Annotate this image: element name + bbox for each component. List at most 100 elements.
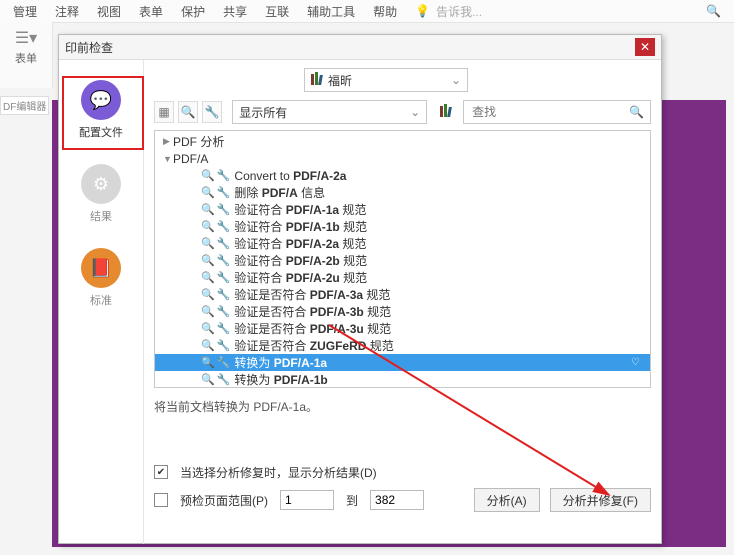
sidebar-item-standard[interactable]: 📕 标准 bbox=[81, 248, 121, 308]
gears-icon: ⚙ bbox=[81, 164, 121, 204]
wrench-icon: 🔧 bbox=[217, 169, 231, 182]
tree-row[interactable]: 🔍🔧转换为 PDF/A-1a♡ bbox=[155, 354, 650, 371]
tree-row[interactable]: ▶PDF 分析 bbox=[155, 133, 650, 150]
ribbon-tab[interactable]: 注释 bbox=[55, 3, 79, 20]
magnifier-icon: 🔍 bbox=[201, 271, 215, 284]
wrench-icon: 🔧 bbox=[217, 186, 231, 199]
tree-row[interactable]: 🔍🔧验证符合 PDF/A-1b 规范 bbox=[155, 218, 650, 235]
sidebar-item-label: 标准 bbox=[90, 292, 112, 308]
magnifier-icon: 🔍 bbox=[201, 186, 215, 199]
analyze-fix-button[interactable]: 分析并修复(F) bbox=[550, 488, 651, 512]
editor-tab[interactable]: DF编辑器 bbox=[0, 96, 49, 115]
magnifier-icon: 🔍 bbox=[201, 203, 215, 216]
chevron-down-icon: ⌄ bbox=[451, 73, 461, 87]
tree-row[interactable]: 🔍🔧验证是否符合 PDF/A-3u 规范 bbox=[155, 320, 650, 337]
options: ✔ 当选择分析修复时，显示分析结果(D) 预检页面范围(P) 到 分析(A) 分… bbox=[154, 461, 651, 511]
dialog-sidebar: 💬 配置文件 ⚙ 结果 📕 标准 bbox=[59, 60, 144, 544]
magnifier-icon: 🔍 bbox=[201, 305, 215, 318]
collapse-arrow-icon[interactable]: ▼ bbox=[163, 154, 173, 164]
check-icon[interactable]: 🔍 bbox=[178, 101, 198, 123]
tree-row[interactable]: 🔍🔧验证是否符合 ZUGFeRD 规范 bbox=[155, 337, 650, 354]
tree-row[interactable]: 🔍🔧验证符合 PDF/A-1a 规范 bbox=[155, 201, 650, 218]
tree-row[interactable]: 🔍🔧验证是否符合 PDF/A-3a 规范 bbox=[155, 286, 650, 303]
sidebar-item-result[interactable]: ⚙ 结果 bbox=[81, 164, 121, 224]
magnifier-icon: 🔍 bbox=[201, 356, 215, 369]
magnifier-icon: 🔍 bbox=[201, 339, 215, 352]
form-label: 表单 bbox=[15, 50, 37, 66]
wrench-icon: 🔧 bbox=[217, 339, 231, 352]
magnifier-icon: 🔍 bbox=[201, 254, 215, 267]
filter-value: 显示所有 bbox=[239, 104, 287, 121]
expand-arrow-icon[interactable]: ▶ bbox=[163, 136, 173, 147]
opt-label: 预检页面范围(P) bbox=[180, 492, 268, 509]
chevron-down-icon: ⌄ bbox=[410, 105, 420, 119]
wrench-icon: 🔧 bbox=[217, 373, 231, 386]
wrench-icon: 🔧 bbox=[217, 271, 231, 284]
search-box[interactable]: 🔍 bbox=[463, 100, 651, 124]
page-to-input[interactable] bbox=[370, 490, 424, 510]
magnifier-icon: 🔍 bbox=[201, 373, 215, 386]
wrench-icon: 🔧 bbox=[217, 356, 231, 369]
search-input[interactable] bbox=[470, 104, 629, 120]
ribbon-tab[interactable]: 辅助工具 bbox=[307, 3, 355, 20]
filter-select[interactable]: 显示所有 ⌄ bbox=[232, 100, 427, 124]
search-icon[interactable]: 🔍 bbox=[706, 4, 721, 18]
ribbon-tab[interactable]: 帮助 bbox=[373, 3, 397, 20]
ribbon-tab[interactable]: 表单 bbox=[139, 3, 163, 20]
tree-row[interactable]: 🔍🔧删除 PDF/A 信息 bbox=[155, 184, 650, 201]
tree-row[interactable]: 🔍🔧验证符合 PDF/A-2b 规范 bbox=[155, 252, 650, 269]
tree-row[interactable]: 🔍🔧转换为 PDF/A-1b bbox=[155, 371, 650, 388]
page-from-input[interactable] bbox=[280, 490, 334, 510]
form-icon[interactable]: ☰▾ bbox=[15, 28, 37, 48]
lightbulb-icon: 💡 bbox=[415, 4, 430, 18]
wrench-icon: 🔧 bbox=[217, 254, 231, 267]
ribbon-tab[interactable]: 互联 bbox=[265, 3, 289, 20]
dialog-titlebar: 印前检查 ✕ bbox=[59, 35, 661, 60]
opt-label: 当选择分析修复时，显示分析结果(D) bbox=[180, 464, 377, 481]
profile-tree[interactable]: ▶PDF 分析▼PDF/A🔍🔧Convert to PDF/A-2a🔍🔧删除 P… bbox=[154, 130, 651, 388]
wrench-icon: 🔧 bbox=[217, 203, 231, 216]
profile-description: 将当前文档转换为 PDF/A-1a。 bbox=[154, 398, 651, 415]
tree-row[interactable]: ▼PDF/A bbox=[155, 150, 650, 167]
chat-bubble-icon: 💬 bbox=[81, 80, 121, 120]
ribbon-group-forms: ☰▾ 表单 bbox=[0, 22, 53, 88]
checkbox-show-results[interactable]: ✔ bbox=[154, 465, 168, 479]
tree-row[interactable]: 🔍🔧验证符合 PDF/A-2u 规范 bbox=[155, 269, 650, 286]
sidebar-item-config[interactable]: 💬 配置文件 bbox=[79, 80, 123, 140]
tree-row[interactable]: 🔍🔧验证是否符合 PDF/A-3b 规范 bbox=[155, 303, 650, 320]
magnifier-icon: 🔍 bbox=[201, 322, 215, 335]
profiles-icon[interactable]: ▦ bbox=[154, 101, 174, 123]
magnifier-icon: 🔍 bbox=[201, 169, 215, 182]
fixups-icon[interactable]: 🔧 bbox=[202, 101, 222, 123]
tree-row[interactable]: 🔍🔧验证符合 PDF/A-2a 规范 bbox=[155, 235, 650, 252]
book-icon: 📕 bbox=[81, 248, 121, 288]
books-icon bbox=[311, 72, 322, 88]
checkbox-page-range[interactable] bbox=[154, 493, 168, 507]
search-icon[interactable]: 🔍 bbox=[629, 105, 644, 119]
dialog-main: 福昕 ⌄ ▦ 🔍 🔧 显示所有 ⌄ 🔍 ▶PDF 分析▼PD bbox=[144, 60, 661, 544]
library-select[interactable]: 福昕 ⌄ bbox=[304, 68, 468, 92]
magnifier-icon: 🔍 bbox=[201, 288, 215, 301]
preflight-dialog: 印前检查 ✕ 💬 配置文件 ⚙ 结果 📕 标准 福昕 ⌄ bbox=[58, 34, 662, 544]
ribbon-tab[interactable]: 共享 bbox=[223, 3, 247, 20]
tree-row[interactable]: 🔍🔧Convert to PDF/A-2a bbox=[155, 167, 650, 184]
tell-me-hint[interactable]: 告诉我... bbox=[436, 3, 482, 20]
ribbon-tab[interactable]: 视图 bbox=[97, 3, 121, 20]
books-icon[interactable] bbox=[435, 104, 455, 120]
ribbon: 管理 注释 视图 表单 保护 共享 互联 辅助工具 帮助 💡 告诉我... 🔍 bbox=[0, 0, 734, 23]
close-icon[interactable]: ✕ bbox=[635, 38, 655, 56]
toolbar: ▦ 🔍 🔧 显示所有 ⌄ 🔍 bbox=[154, 100, 651, 124]
to-label: 到 bbox=[346, 492, 358, 509]
ribbon-tab[interactable]: 管理 bbox=[13, 3, 37, 20]
ribbon-tab[interactable]: 保护 bbox=[181, 3, 205, 20]
sidebar-item-label: 结果 bbox=[90, 208, 112, 224]
favorite-icon: ♡ bbox=[631, 357, 640, 368]
magnifier-icon: 🔍 bbox=[201, 220, 215, 233]
sidebar-item-label: 配置文件 bbox=[79, 124, 123, 140]
wrench-icon: 🔧 bbox=[217, 220, 231, 233]
wrench-icon: 🔧 bbox=[217, 237, 231, 250]
magnifier-icon: 🔍 bbox=[201, 237, 215, 250]
analyze-button[interactable]: 分析(A) bbox=[474, 488, 540, 512]
wrench-icon: 🔧 bbox=[217, 322, 231, 335]
wrench-icon: 🔧 bbox=[217, 288, 231, 301]
